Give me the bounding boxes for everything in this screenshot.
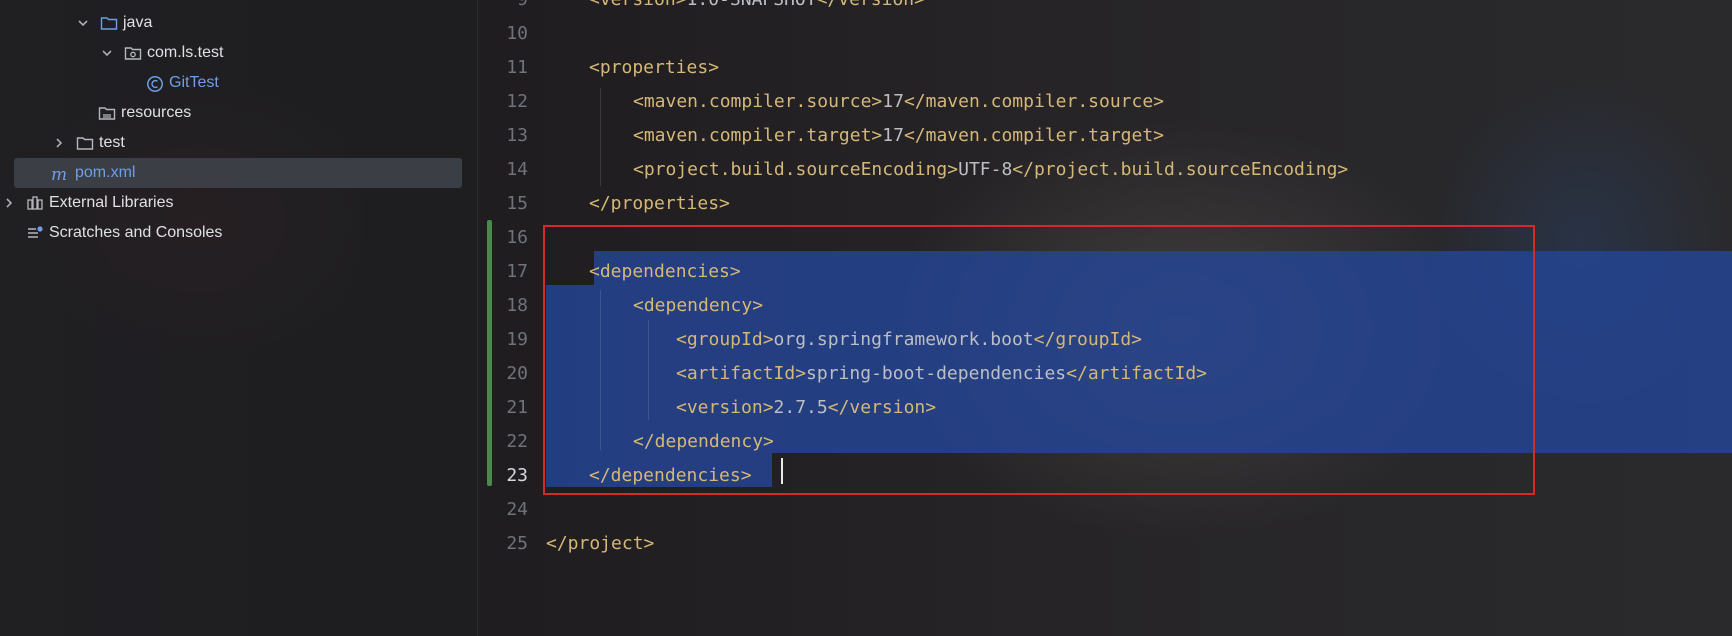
line-number: 13 [506,125,528,146]
line-number: 15 [506,193,528,214]
tree-item-label: Scratches and Consoles [49,224,223,241]
tree-item-label: java [123,14,153,31]
line-number: 10 [506,23,528,44]
tree-item-label: External Libraries [49,194,174,211]
line-number: 25 [506,533,528,554]
xml-text: 17 [882,91,904,112]
xml-tag: <project.build.sourceEncoding> [633,159,959,180]
annotation-highlight-box [543,225,1535,495]
code-line: </project> [546,527,654,561]
line-number: 9 [478,0,528,17]
chevron-down-icon[interactable] [76,16,90,30]
maven-icon: m [50,165,70,183]
tree-item-test[interactable]: test [52,128,125,158]
svg-text:m: m [51,165,67,183]
xml-tag: </project> [546,533,655,554]
code-line: <version>1.0-SNAPSHOT</version> [589,0,925,17]
line-number: 19 [506,329,528,350]
line-number: 16 [506,227,528,248]
package-icon [124,45,142,61]
xml-tag: </maven.compiler.source> [903,91,1165,112]
scratches-icon [26,225,44,241]
tree-item-pom[interactable]: m pom.xml [14,158,462,188]
line-number: 12 [506,91,528,112]
line-number: 14 [506,159,528,180]
line-number: 23 [506,465,528,486]
folder-icon [100,15,118,31]
tree-item-class[interactable]: GitTest [146,68,219,98]
chevron-right-icon[interactable] [52,136,66,150]
project-panel: java com.ls.test GitTest resources test … [0,0,478,636]
library-icon [26,195,44,211]
line-number: 21 [506,397,528,418]
xml-tag: <maven.compiler.target> [633,125,883,146]
tree-item-label: GitTest [169,74,219,91]
tree-item-label: resources [121,104,192,121]
line-number: 24 [506,499,528,520]
tree-item-scratches[interactable]: Scratches and Consoles [26,218,222,248]
class-icon [146,75,164,92]
xml-tag: <maven.compiler.source> [633,91,883,112]
code-line: <maven.compiler.target>17</maven.compile… [633,119,1164,153]
code-line: <project.build.sourceEncoding>UTF-8</pro… [633,153,1348,187]
line-number: 22 [506,431,528,452]
code-line: <maven.compiler.source>17</maven.compile… [633,85,1164,119]
xml-tag: </project.build.sourceEncoding> [1012,159,1349,180]
resources-folder-icon [98,105,116,121]
xml-tag: </version> [817,0,925,10]
tree-item-label: test [99,134,125,151]
tree-item-package[interactable]: com.ls.test [100,38,223,68]
vcs-added-lines-marker[interactable] [487,220,492,486]
xml-tag: <version> [589,0,687,10]
folder-icon [76,135,94,151]
code-line: </properties> [589,187,730,221]
tree-item-resources[interactable]: resources [98,98,191,128]
xml-tag: </maven.compiler.target> [903,125,1165,146]
line-number: 20 [506,363,528,384]
xml-tag: <properties> [589,57,720,78]
xml-text: 17 [882,125,904,146]
tree-item-label: pom.xml [75,164,136,181]
xml-tag: </properties> [589,193,730,214]
code-line: <properties> [589,51,719,85]
xml-text: 1.0-SNAPSHOT [687,0,817,10]
tree-item-external-libraries[interactable]: External Libraries [2,188,174,218]
chevron-down-icon[interactable] [100,46,114,60]
line-number: 18 [506,295,528,316]
tree-item-java[interactable]: java [76,8,152,38]
indent-guide [600,88,601,186]
line-number: 17 [506,261,528,282]
line-number: 11 [506,57,528,78]
chevron-right-icon[interactable] [2,196,16,210]
tree-item-label: com.ls.test [147,44,224,61]
xml-text: UTF-8 [958,159,1013,180]
